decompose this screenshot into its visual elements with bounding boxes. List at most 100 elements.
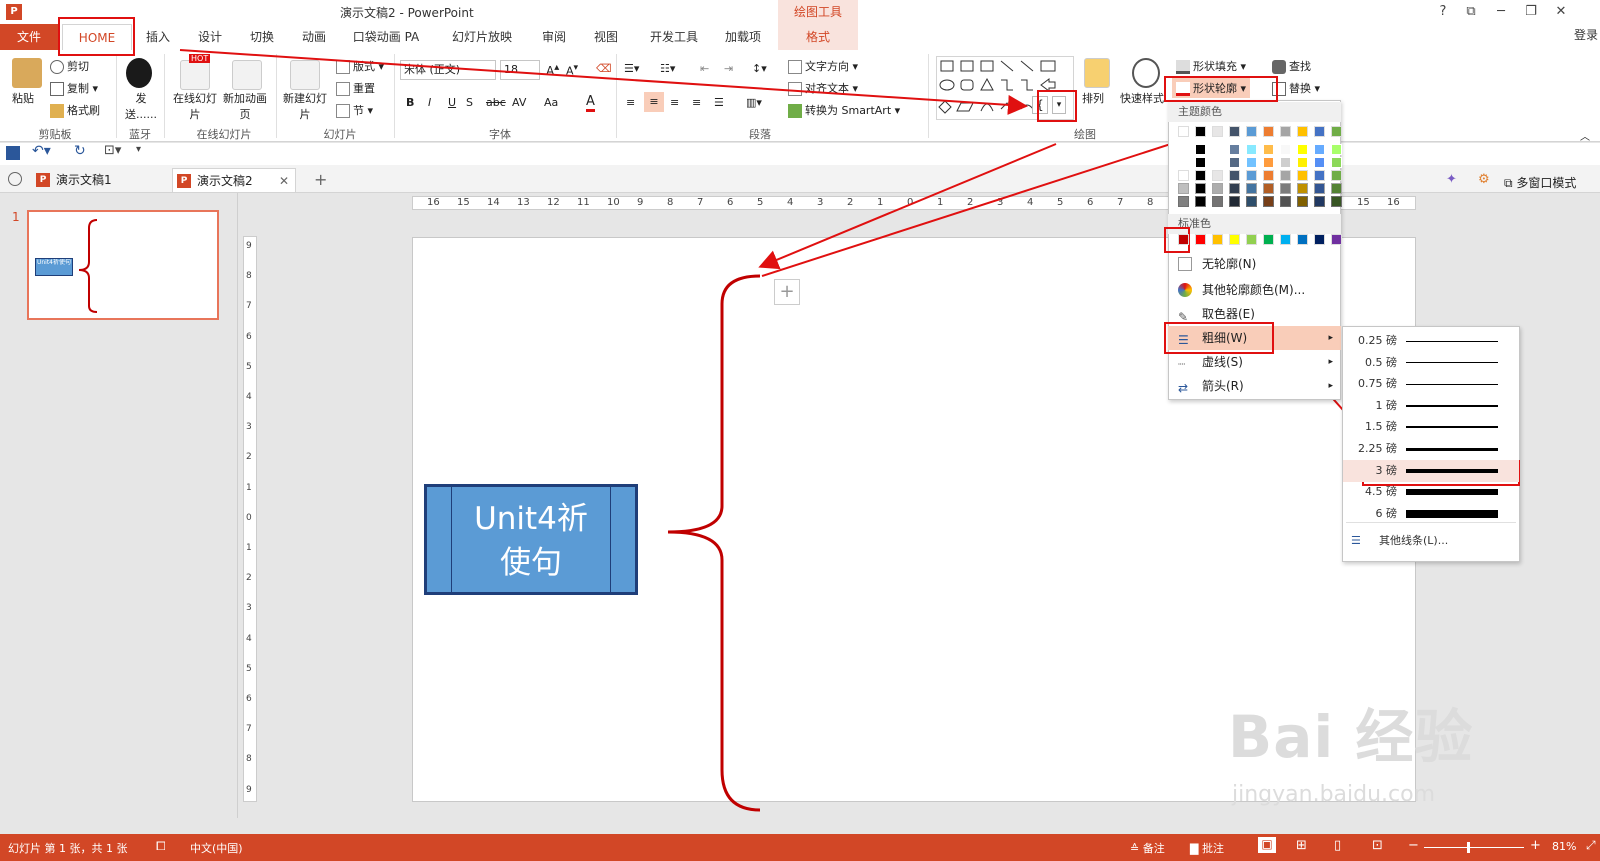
notes-button[interactable]: ≙ 备注 — [1130, 840, 1165, 856]
theme-color-shade-swatch[interactable] — [1263, 157, 1274, 168]
theme-color-shade-swatch[interactable] — [1297, 183, 1308, 194]
standard-color-swatch[interactable] — [1263, 234, 1274, 245]
theme-color-shade-swatch[interactable] — [1280, 196, 1291, 207]
zoom-slider-thumb[interactable] — [1467, 842, 1470, 853]
theme-color-shade-swatch[interactable] — [1297, 144, 1308, 155]
theme-color-shade-swatch[interactable] — [1314, 196, 1325, 207]
theme-color-shade-swatch[interactable] — [1280, 170, 1291, 181]
standard-color-swatch[interactable] — [1178, 234, 1189, 245]
theme-color-shade-swatch[interactable] — [1297, 157, 1308, 168]
standard-color-swatch[interactable] — [1229, 234, 1240, 245]
more-outline-colors-item[interactable]: 其他轮廓颜色(M)... — [1168, 278, 1341, 302]
theme-color-shade-swatch[interactable] — [1178, 183, 1189, 194]
weight-option[interactable]: 4.5 磅 — [1343, 481, 1519, 503]
theme-color-swatch[interactable] — [1331, 126, 1342, 137]
theme-color-swatch[interactable] — [1297, 126, 1308, 137]
theme-color-shade-swatch[interactable] — [1331, 144, 1342, 155]
zoom-in-button[interactable]: + — [1530, 838, 1541, 853]
theme-color-shade-swatch[interactable] — [1229, 157, 1240, 168]
more-lines-item[interactable]: ☰ 其他线条(L)... — [1343, 530, 1519, 552]
theme-color-shade-swatch[interactable] — [1212, 183, 1223, 194]
theme-color-shade-swatch[interactable] — [1263, 183, 1274, 194]
zoom-out-button[interactable]: − — [1408, 838, 1419, 853]
theme-color-shade-swatch[interactable] — [1212, 144, 1223, 155]
theme-color-shade-swatch[interactable] — [1229, 196, 1240, 207]
theme-color-shade-swatch[interactable] — [1314, 144, 1325, 155]
theme-color-shade-swatch[interactable] — [1195, 157, 1206, 168]
theme-color-shade-swatch[interactable] — [1263, 170, 1274, 181]
arrows-item[interactable]: ⇄ 箭头(R) ▸ — [1168, 374, 1341, 398]
theme-color-shade-swatch[interactable] — [1229, 183, 1240, 194]
theme-color-swatch[interactable] — [1178, 126, 1189, 137]
language-status[interactable]: 中文(中国) — [190, 840, 243, 856]
standard-color-swatch[interactable] — [1212, 234, 1223, 245]
theme-color-shade-swatch[interactable] — [1195, 170, 1206, 181]
fit-slide-icon[interactable]: ⤢ — [1586, 838, 1596, 853]
theme-color-shade-swatch[interactable] — [1212, 196, 1223, 207]
theme-color-swatch[interactable] — [1280, 126, 1291, 137]
theme-color-shade-swatch[interactable] — [1331, 157, 1342, 168]
proofing-icon[interactable]: ⧠ — [156, 839, 166, 854]
theme-color-shade-swatch[interactable] — [1178, 170, 1189, 181]
weight-option[interactable]: 1.5 磅 — [1343, 416, 1519, 438]
theme-color-shade-swatch[interactable] — [1314, 157, 1325, 168]
theme-color-shade-swatch[interactable] — [1246, 183, 1257, 194]
theme-color-swatch[interactable] — [1314, 126, 1325, 137]
theme-color-shade-swatch[interactable] — [1280, 157, 1291, 168]
weight-option[interactable]: 0.25 磅 — [1343, 330, 1519, 352]
standard-color-swatch[interactable] — [1246, 234, 1257, 245]
theme-color-shade-swatch[interactable] — [1212, 170, 1223, 181]
standard-color-swatch[interactable] — [1280, 234, 1291, 245]
theme-color-shade-swatch[interactable] — [1314, 183, 1325, 194]
standard-color-swatch[interactable] — [1297, 234, 1308, 245]
theme-color-swatch[interactable] — [1229, 126, 1240, 137]
standard-color-swatch[interactable] — [1314, 234, 1325, 245]
weight-option[interactable]: 1 磅 — [1343, 395, 1519, 417]
theme-color-shade-swatch[interactable] — [1212, 157, 1223, 168]
weight-option[interactable]: 6 磅 — [1343, 503, 1519, 525]
theme-color-shade-swatch[interactable] — [1331, 196, 1342, 207]
theme-color-swatch[interactable] — [1195, 126, 1206, 137]
theme-color-shade-swatch[interactable] — [1297, 196, 1308, 207]
weight-option-label: 0.75 磅 — [1358, 377, 1397, 391]
theme-color-shade-swatch[interactable] — [1280, 144, 1291, 155]
standard-color-swatch[interactable] — [1331, 234, 1342, 245]
weight-line-sample — [1406, 447, 1498, 451]
weight-option[interactable]: 0.5 磅 — [1343, 352, 1519, 374]
theme-color-shade-swatch[interactable] — [1246, 157, 1257, 168]
no-outline-item[interactable]: 无轮廓(N) — [1168, 252, 1341, 276]
theme-color-shade-swatch[interactable] — [1229, 144, 1240, 155]
theme-color-shade-swatch[interactable] — [1195, 183, 1206, 194]
zoom-level[interactable]: 81% — [1552, 840, 1576, 853]
weight-line-sample — [1406, 489, 1498, 496]
theme-color-shade-swatch[interactable] — [1246, 196, 1257, 207]
weight-option[interactable]: 0.75 磅 — [1343, 373, 1519, 395]
theme-color-shade-swatch[interactable] — [1280, 183, 1291, 194]
theme-color-shade-swatch[interactable] — [1297, 170, 1308, 181]
theme-color-shade-swatch[interactable] — [1331, 170, 1342, 181]
theme-color-swatch[interactable] — [1246, 126, 1257, 137]
comments-button[interactable]: ▇ 批注 — [1190, 840, 1224, 856]
zoom-slider[interactable] — [1424, 847, 1524, 848]
theme-color-shade-swatch[interactable] — [1178, 196, 1189, 207]
normal-view-icon[interactable]: ▣ — [1258, 837, 1276, 853]
standard-color-swatch[interactable] — [1195, 234, 1206, 245]
slideshow-view-icon[interactable]: ⊡ — [1372, 838, 1383, 853]
theme-color-shade-swatch[interactable] — [1331, 183, 1342, 194]
theme-color-shade-swatch[interactable] — [1229, 170, 1240, 181]
weight-option[interactable]: 3 磅 — [1343, 459, 1519, 482]
theme-color-swatch[interactable] — [1212, 126, 1223, 137]
theme-color-shade-swatch[interactable] — [1178, 144, 1189, 155]
theme-color-shade-swatch[interactable] — [1195, 144, 1206, 155]
theme-color-swatch[interactable] — [1263, 126, 1274, 137]
reading-view-icon[interactable]: ▯ — [1334, 838, 1341, 853]
theme-color-shade-swatch[interactable] — [1314, 170, 1325, 181]
theme-color-shade-swatch[interactable] — [1246, 144, 1257, 155]
theme-color-shade-swatch[interactable] — [1178, 157, 1189, 168]
theme-color-shade-swatch[interactable] — [1195, 196, 1206, 207]
theme-color-shade-swatch[interactable] — [1263, 144, 1274, 155]
weight-option[interactable]: 2.25 磅 — [1343, 438, 1519, 460]
theme-color-shade-swatch[interactable] — [1263, 196, 1274, 207]
theme-color-shade-swatch[interactable] — [1246, 170, 1257, 181]
slide-sorter-icon[interactable]: ⊞ — [1296, 838, 1307, 853]
